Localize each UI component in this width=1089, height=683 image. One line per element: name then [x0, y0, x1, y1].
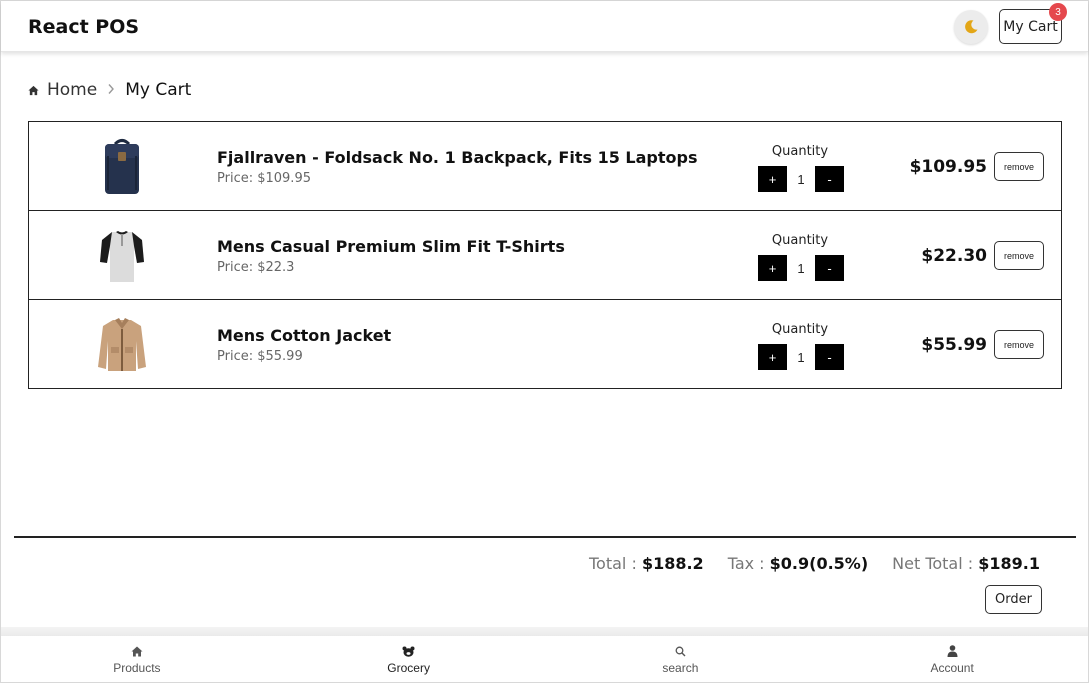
increase-quantity-button[interactable]: + [758, 255, 787, 281]
home-icon [28, 85, 39, 95]
decrease-quantity-button[interactable]: - [815, 344, 844, 370]
cart-item: Mens Cotton Jacket Price: $55.99 Quantit… [28, 299, 1062, 389]
item-title[interactable]: Fjallraven - Foldsack No. 1 Backpack, Fi… [217, 148, 697, 167]
total-label: Total : [589, 554, 642, 573]
item-unit-price: Price: $109.95 [217, 171, 311, 186]
bear-icon [402, 646, 415, 657]
item-total-price: $55.99 [921, 335, 987, 355]
quantity-label: Quantity [771, 233, 829, 248]
breadcrumb-home-label: Home [47, 80, 98, 100]
item-total-price: $22.30 [921, 246, 987, 266]
breadcrumb-home-link[interactable]: Home [28, 80, 97, 100]
tshirt-image [91, 225, 153, 287]
tax-value: $0.9(0.5%) [769, 554, 869, 573]
quantity-label: Quantity [771, 322, 829, 337]
decrease-quantity-button[interactable]: - [815, 166, 844, 192]
nav-item-products[interactable]: Products [1, 636, 273, 682]
net-total-summary: Net Total : $189.1 [892, 554, 1040, 573]
summary-divider [14, 536, 1076, 538]
decrease-quantity-button[interactable]: - [815, 255, 844, 281]
quantity-value: 1 [797, 171, 805, 187]
bottom-navigation: Products Grocery search Account [1, 636, 1088, 682]
increase-quantity-button[interactable]: + [758, 166, 787, 192]
increase-quantity-button[interactable]: + [758, 344, 787, 370]
moon-icon [965, 20, 978, 34]
remove-item-button[interactable]: remove [994, 330, 1044, 359]
cart-count-badge: 3 [1049, 3, 1067, 21]
total-summary: Total : $188.2 [589, 554, 704, 573]
remove-item-button[interactable]: remove [994, 241, 1044, 270]
nav-item-search[interactable]: search [545, 636, 817, 682]
chevron-right-icon [107, 81, 115, 99]
order-summary: Total : $188.2 Tax : $0.9(0.5%) Net Tota… [565, 554, 1040, 573]
nav-label-grocery: Grocery [387, 660, 430, 675]
cart-list: Fjallraven - Foldsack No. 1 Backpack, Fi… [28, 121, 1062, 389]
tax-label: Tax : [727, 554, 770, 573]
item-unit-price: Price: $55.99 [217, 349, 303, 364]
order-button[interactable]: Order [985, 585, 1042, 614]
quantity-value: 1 [797, 260, 805, 276]
quantity-value: 1 [797, 349, 805, 365]
remove-item-button[interactable]: remove [994, 152, 1044, 181]
item-unit-price: Price: $22.3 [217, 260, 295, 275]
net-total-label: Net Total : [892, 554, 979, 573]
item-title[interactable]: Mens Casual Premium Slim Fit T-Shirts [217, 237, 565, 256]
theme-toggle-button[interactable] [954, 10, 988, 44]
cart-item: Mens Casual Premium Slim Fit T-Shirts Pr… [28, 210, 1062, 300]
net-total-value: $189.1 [978, 554, 1040, 573]
quantity-stepper: + 1 - [758, 255, 844, 281]
app-window: React POS My Cart 3 Home My Cart Fjallra… [0, 0, 1089, 683]
backpack-image [91, 136, 153, 198]
item-title[interactable]: Mens Cotton Jacket [217, 326, 391, 345]
quantity-label: Quantity [771, 144, 829, 159]
cart-item: Fjallraven - Foldsack No. 1 Backpack, Fi… [28, 121, 1062, 211]
nav-label-account: Account [930, 661, 974, 675]
nav-item-grocery[interactable]: Grocery [273, 636, 545, 682]
nav-item-account[interactable]: Account [816, 636, 1088, 682]
breadcrumb: Home My Cart [28, 79, 191, 101]
nav-label-search: search [662, 660, 699, 675]
nav-label-products: Products [113, 660, 161, 675]
quantity-stepper: + 1 - [758, 344, 844, 370]
top-navbar: React POS My Cart 3 [1, 1, 1088, 52]
jacket-image [91, 314, 153, 376]
item-total-price: $109.95 [909, 157, 987, 177]
user-icon [947, 645, 958, 657]
quantity-stepper: + 1 - [758, 166, 844, 192]
total-value: $188.2 [641, 554, 704, 573]
breadcrumb-current: My Cart [125, 80, 192, 100]
brand-title[interactable]: React POS [28, 16, 139, 38]
tax-summary: Tax : $0.9(0.5%) [728, 554, 868, 573]
search-icon [675, 646, 686, 656]
home-icon [131, 646, 143, 656]
